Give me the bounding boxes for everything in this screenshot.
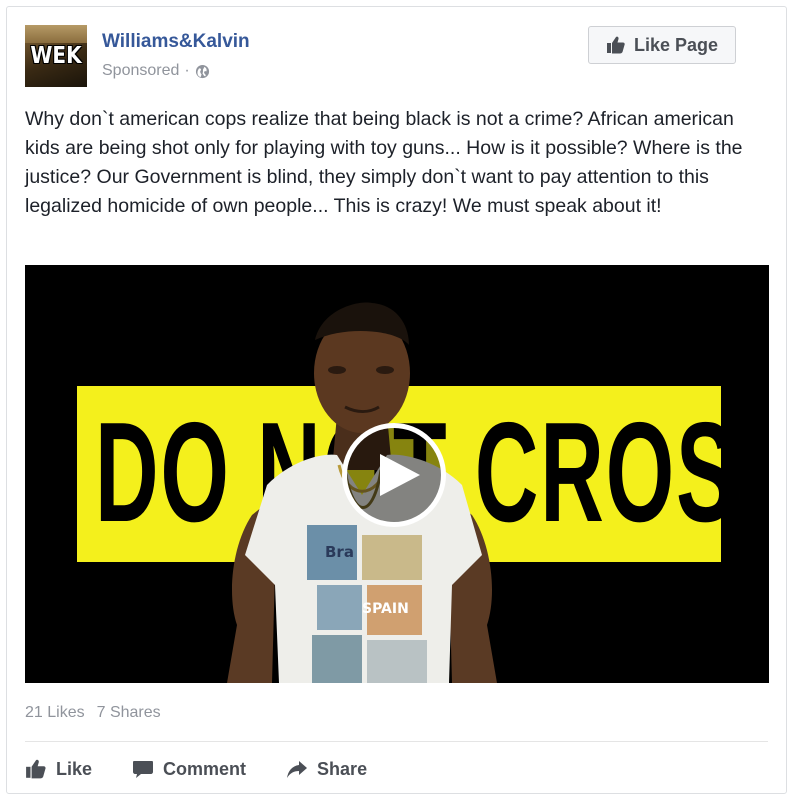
- play-button[interactable]: [342, 423, 446, 527]
- share-icon: [287, 761, 308, 778]
- shirt-print-word: Bra: [325, 543, 354, 561]
- post-meta: Sponsored ·: [102, 62, 210, 80]
- thumbs-up-icon: [606, 36, 625, 54]
- share-button-label: Share: [317, 758, 368, 779]
- post-body-text: Why don`t american cops realize that bei…: [25, 108, 743, 217]
- meta-separator: ·: [184, 62, 190, 79]
- like-page-label: Like Page: [633, 34, 719, 55]
- comment-icon: [133, 761, 154, 778]
- share-button[interactable]: Share: [286, 758, 367, 780]
- page-avatar[interactable]: WEK: [25, 25, 87, 87]
- globe-icon: [195, 64, 210, 79]
- shirt-print-word-spain: SPAIN: [362, 601, 409, 617]
- thumbs-up-icon: [26, 759, 46, 779]
- like-button[interactable]: Like: [25, 758, 92, 780]
- sponsored-post-card: WEK Williams&Kalvin Sponsored · Like Pag…: [6, 6, 787, 794]
- video-player[interactable]: DO NOT CROSS Bra SPAIN: [25, 265, 769, 683]
- comment-button[interactable]: Comment: [132, 758, 246, 780]
- post-header: WEK Williams&Kalvin Sponsored · Like Pag…: [25, 25, 768, 89]
- like-page-button[interactable]: Like Page: [588, 26, 736, 64]
- avatar-logo-text: WEK: [30, 41, 82, 69]
- likes-count-link[interactable]: 21 Likes: [25, 704, 85, 722]
- post-actions-bar: Like Comment Share: [25, 751, 407, 787]
- shares-count-link[interactable]: 7 Shares: [97, 704, 161, 722]
- sponsored-label[interactable]: Sponsored: [102, 62, 179, 80]
- action-divider: [25, 741, 768, 742]
- comment-button-label: Comment: [163, 758, 247, 779]
- page-name-link[interactable]: Williams&Kalvin: [102, 31, 250, 53]
- engagement-stats: 21 Likes 7 Shares: [25, 704, 161, 722]
- like-button-label: Like: [56, 758, 93, 779]
- play-icon: [380, 454, 420, 496]
